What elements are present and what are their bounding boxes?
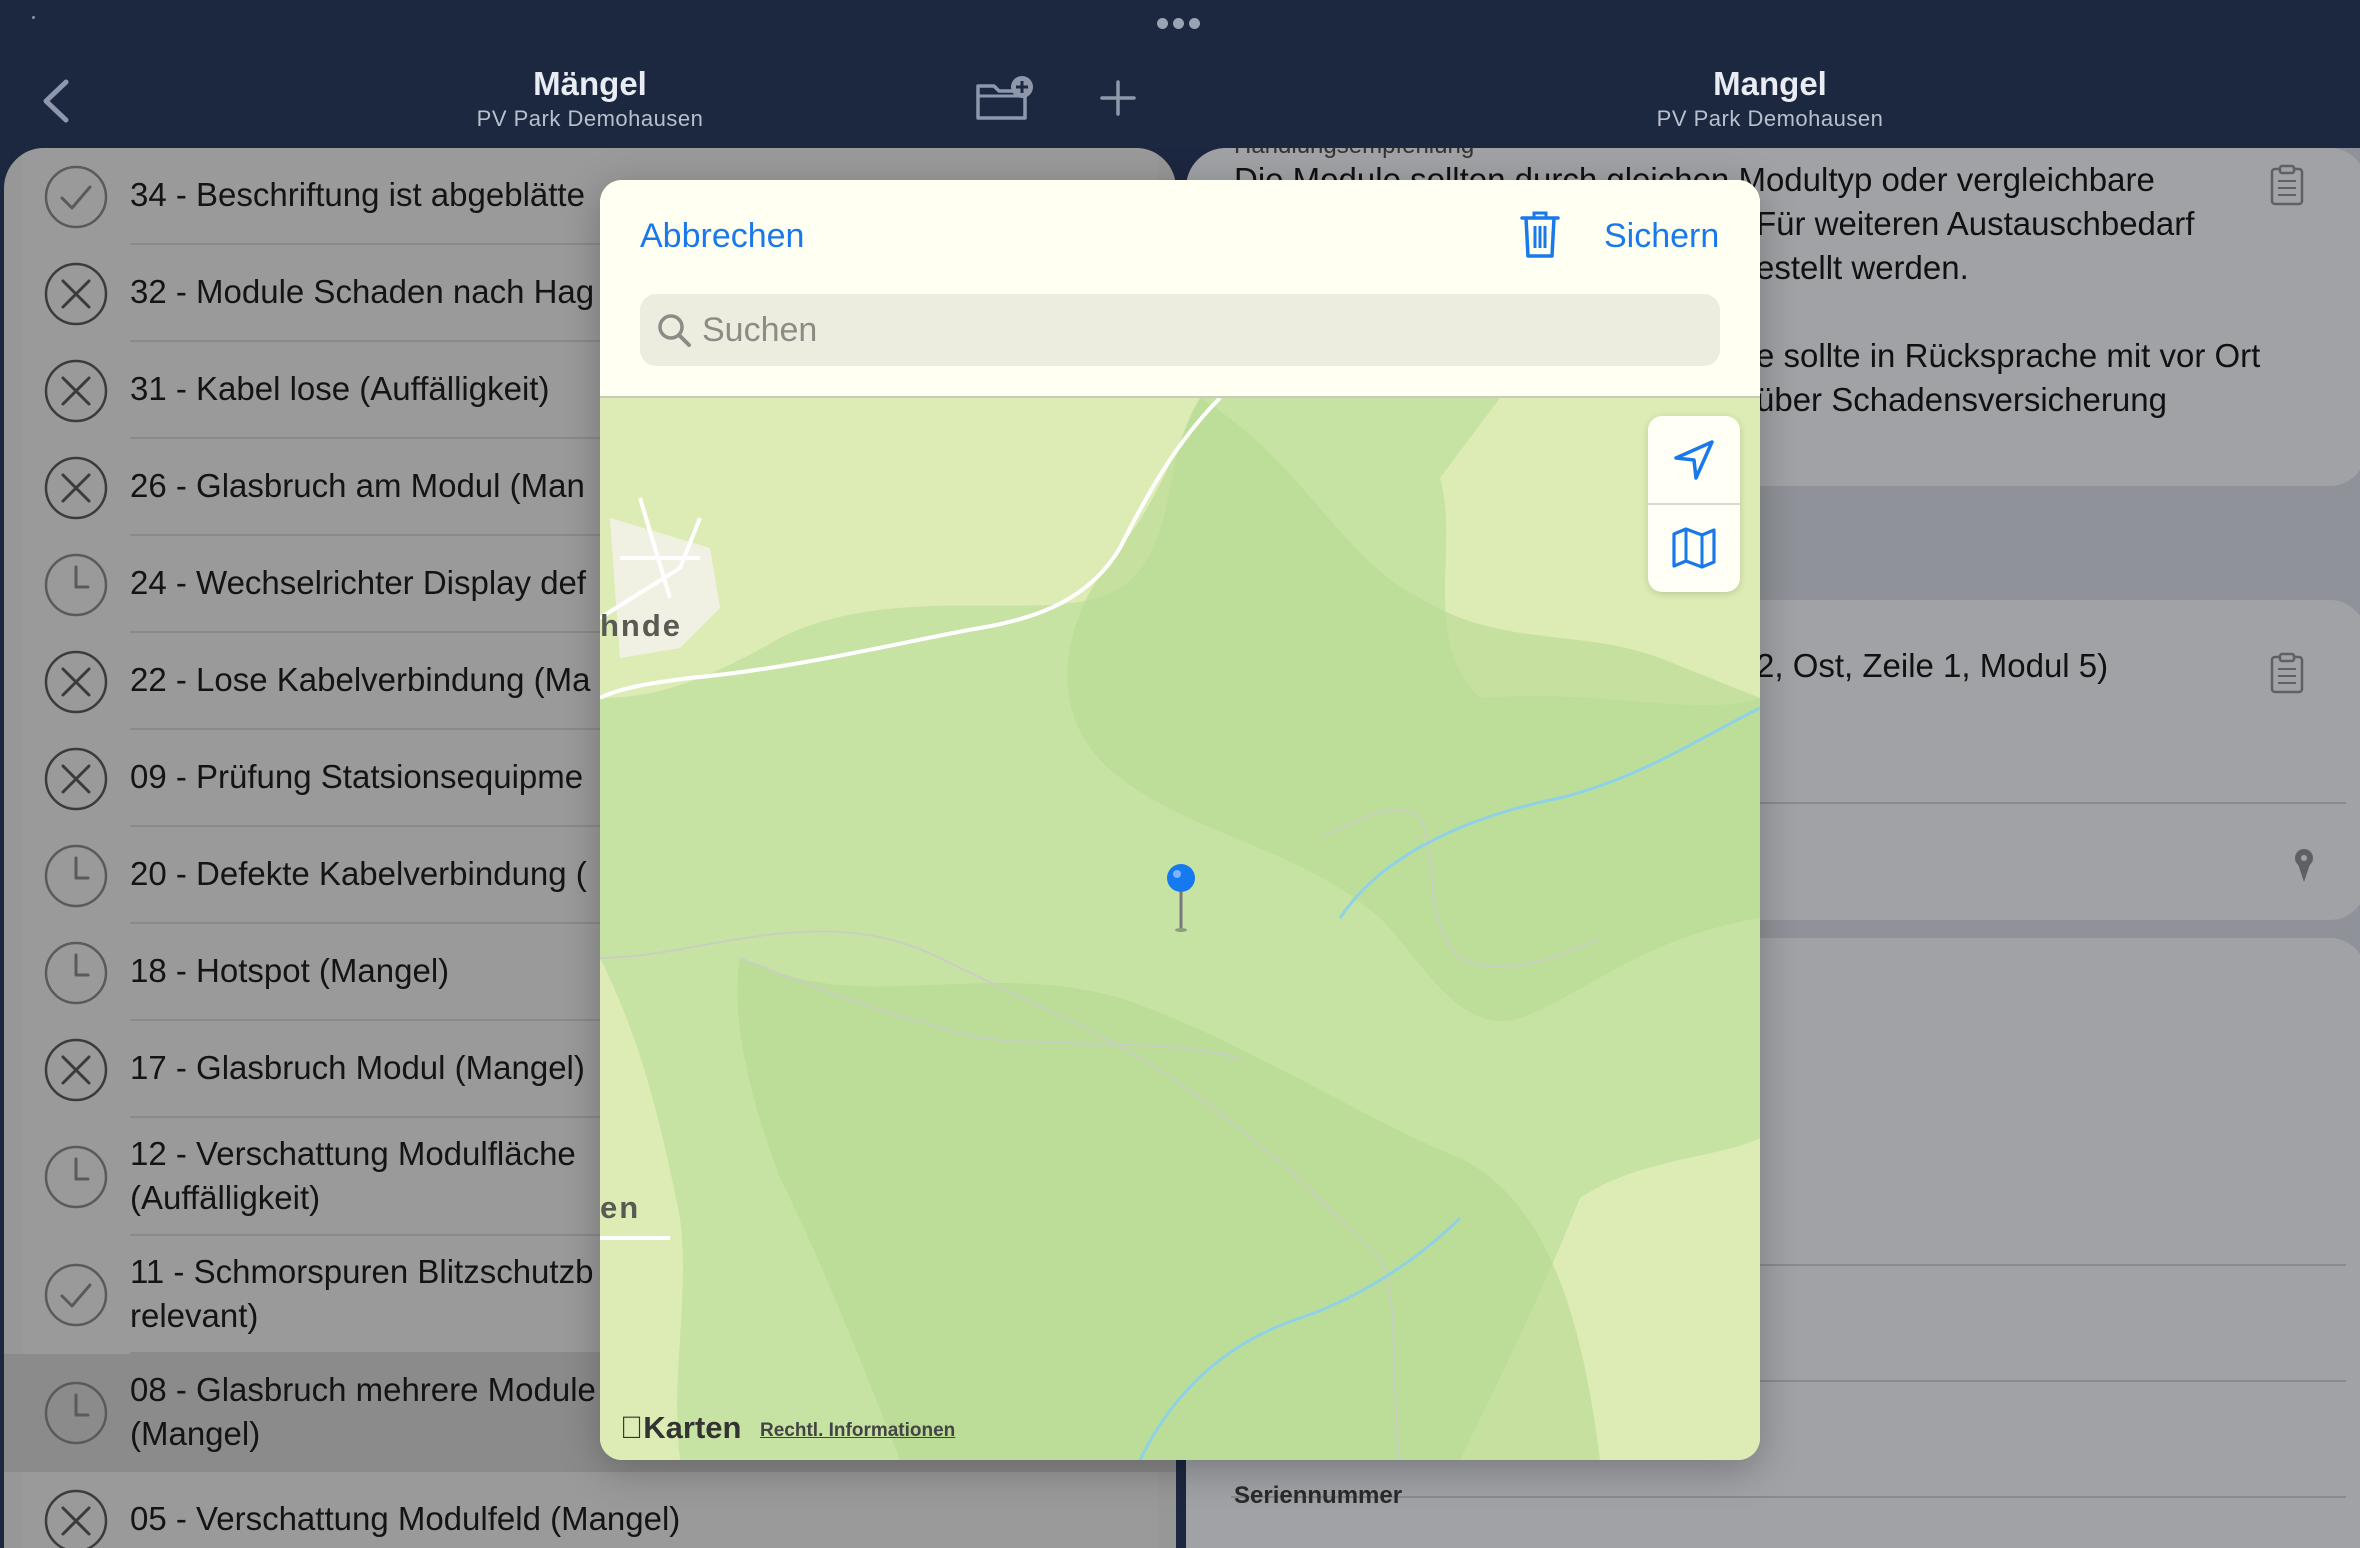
- x-circle-icon: [44, 262, 108, 326]
- map-icon[interactable]: [1670, 524, 1718, 572]
- defect-label: 09 - Prüfung Statsionsequipme: [130, 755, 583, 799]
- x-circle-icon: [44, 359, 108, 423]
- recommendation-line: über Schadensversicherung: [1756, 378, 2167, 422]
- maps-brand-text: Karten: [643, 1410, 741, 1445]
- x-circle-icon: [44, 456, 108, 520]
- search-icon: [656, 312, 692, 348]
- right-nav-title-text: Mangel: [1560, 64, 1980, 104]
- defect-label: 17 - Glasbruch Modul (Mangel): [130, 1046, 585, 1090]
- location-text: 2, Ost, Zeile 1, Modul 5): [1756, 644, 2108, 688]
- clock-icon: [44, 1145, 108, 1209]
- place-label-bottom: en: [600, 1190, 640, 1226]
- clipboard-icon[interactable]: [2270, 164, 2304, 206]
- x-circle-icon: [44, 1038, 108, 1102]
- separator: [1648, 503, 1740, 505]
- location-arrow-icon[interactable]: [1670, 436, 1718, 484]
- right-nav-subtitle: PV Park Demohausen: [1560, 104, 1980, 134]
- defect-label: 34 - Beschriftung ist abgeblätte: [130, 173, 585, 217]
- defect-label: 11 - Schmorspuren Blitzschutzb: [130, 1250, 593, 1294]
- recommendation-line: estellt werden.: [1756, 246, 1969, 290]
- checkmark-icon: [44, 165, 108, 229]
- left-nav-title-text: Mängel: [380, 64, 800, 104]
- map-controls: [1648, 416, 1740, 592]
- defect-label: 22 - Lose Kabelverbindung (Ma: [130, 658, 590, 702]
- back-chevron-icon[interactable]: [36, 76, 76, 126]
- checkmark-icon: [44, 1263, 108, 1327]
- recommendation-line: e sollte in Rücksprache mit vor Ort: [1756, 334, 2260, 378]
- defect-label: 26 - Glasbruch am Modul (Man: [130, 464, 585, 508]
- x-circle-icon: [44, 1489, 108, 1548]
- recommendation-line: Für weiteren Austauschbedarf: [1756, 202, 2194, 246]
- add-icon[interactable]: [1098, 78, 1138, 118]
- search-field[interactable]: Suchen: [640, 294, 1720, 366]
- location-picker-modal: Abbrechen Sichern Suchen: [600, 180, 1760, 1460]
- maps-brand: Karten: [620, 1410, 741, 1446]
- left-nav-title: Mängel PV Park Demohausen: [380, 64, 800, 134]
- status-indicator: [32, 16, 35, 19]
- right-nav-title: Mangel PV Park Demohausen: [1560, 64, 1980, 134]
- defect-label-line2: relevant): [130, 1294, 258, 1338]
- clock-icon: [44, 1381, 108, 1445]
- defect-list-item[interactable]: 05 - Verschattung Modulfeld (Mangel): [4, 1472, 1176, 1548]
- trash-icon[interactable]: [1518, 208, 1562, 260]
- modal-header: Abbrechen Sichern Suchen: [600, 180, 1760, 398]
- defect-label: 20 - Defekte Kabelverbindung (: [130, 852, 587, 896]
- defect-label: 18 - Hotspot (Mangel): [130, 949, 449, 993]
- x-circle-icon: [44, 650, 108, 714]
- defect-label: 05 - Verschattung Modulfeld (Mangel): [130, 1497, 680, 1541]
- defect-label: 31 - Kabel lose (Auffälligkeit): [130, 367, 549, 411]
- defect-label: 12 - Verschattung Modulfläche: [130, 1132, 576, 1176]
- search-input[interactable]: Suchen: [702, 308, 817, 352]
- clipboard-icon[interactable]: [2270, 652, 2304, 694]
- clock-icon: [44, 941, 108, 1005]
- x-circle-icon: [44, 747, 108, 811]
- defect-label-line2: (Auffälligkeit): [130, 1176, 320, 1220]
- defect-label-line2: (Mangel): [130, 1412, 260, 1456]
- map-view[interactable]: hnde en Karten Rechtl. Informationen: [600, 398, 1760, 1460]
- serial-number-label: Seriennummer: [1234, 1474, 1402, 1518]
- cancel-button[interactable]: Abbrechen: [640, 216, 804, 256]
- clock-icon: [44, 844, 108, 908]
- location-pin-icon[interactable]: [2292, 848, 2316, 884]
- multitasking-handle[interactable]: [1157, 18, 1203, 30]
- save-button[interactable]: Sichern: [1604, 216, 1719, 256]
- left-nav-subtitle: PV Park Demohausen: [380, 104, 800, 134]
- legal-info-link[interactable]: Rechtl. Informationen: [760, 1420, 955, 1442]
- clock-icon: [44, 553, 108, 617]
- new-folder-icon[interactable]: [974, 74, 1036, 122]
- defect-label: 08 - Glasbruch mehrere Module: [130, 1368, 596, 1412]
- defect-label: 24 - Wechselrichter Display def: [130, 561, 586, 605]
- map-pin-icon[interactable]: [1164, 862, 1198, 934]
- place-label-top: hnde: [600, 608, 682, 644]
- defect-label: 32 - Module Schaden nach Hag: [130, 270, 594, 314]
